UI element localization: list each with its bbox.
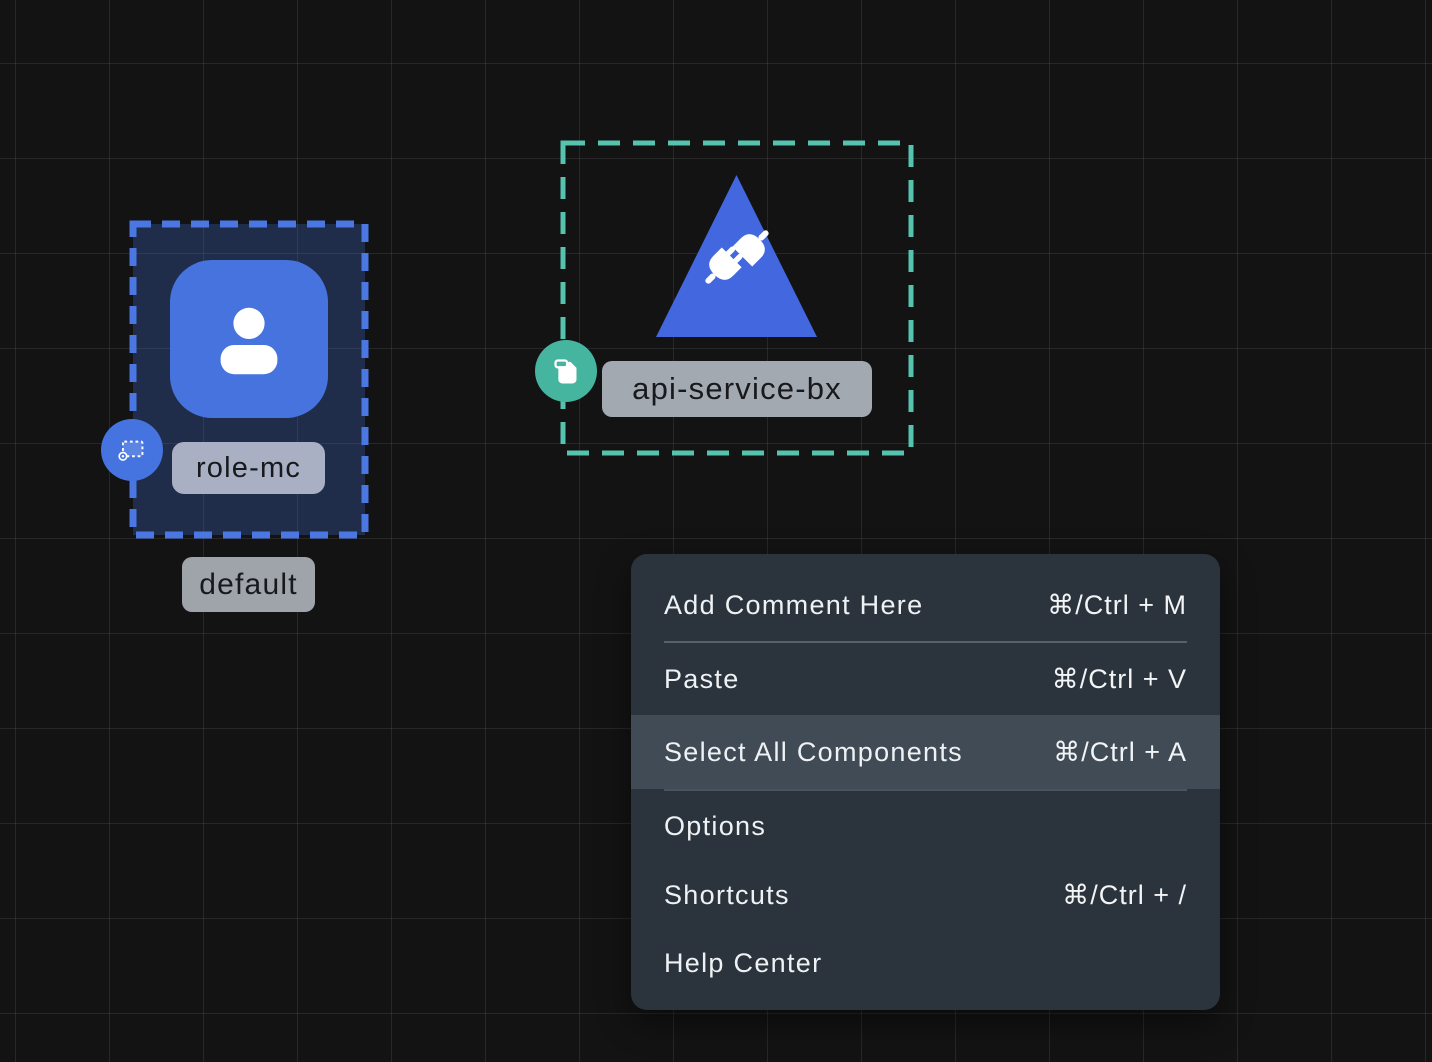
menu-item-label: Options <box>664 811 766 842</box>
menu-item-select-all-components[interactable]: Select All Components ⌘/Ctrl + A <box>631 715 1220 789</box>
menu-item-shortcut: ⌘/Ctrl + / <box>1062 880 1187 911</box>
menu-item-options[interactable]: Options <box>631 791 1220 861</box>
menu-item-help-center[interactable]: Help Center <box>631 929 1220 997</box>
default-group-label: default <box>182 557 315 612</box>
role-node-selection-badge[interactable] <box>101 419 163 481</box>
role-node-label[interactable]: role-mc <box>172 442 325 494</box>
role-node[interactable] <box>170 260 328 418</box>
menu-item-shortcuts[interactable]: Shortcuts ⌘/Ctrl + / <box>631 861 1220 929</box>
menu-item-label: Shortcuts <box>664 880 790 911</box>
diagram-canvas[interactable]: role-mc default <box>0 0 1432 1062</box>
default-group-label-text: default <box>199 568 297 602</box>
api-node-label[interactable]: api-service-bx <box>602 361 872 417</box>
menu-item-label: Select All Components <box>664 737 963 768</box>
menu-item-paste[interactable]: Paste ⌘/Ctrl + V <box>631 643 1220 715</box>
context-menu: Add Comment Here ⌘/Ctrl + M Paste ⌘/Ctrl… <box>631 554 1220 1010</box>
menu-item-label: Help Center <box>664 948 822 979</box>
menu-item-shortcut: ⌘/Ctrl + A <box>1053 737 1187 768</box>
menu-item-shortcut: ⌘/Ctrl + M <box>1047 590 1187 621</box>
menu-item-shortcut: ⌘/Ctrl + V <box>1052 664 1187 695</box>
marquee-selection-icon <box>115 434 149 466</box>
role-node-label-text: role-mc <box>196 452 301 485</box>
plug-icon <box>692 212 782 302</box>
menu-item-label: Paste <box>664 664 740 695</box>
menu-item-add-comment[interactable]: Add Comment Here ⌘/Ctrl + M <box>631 569 1220 641</box>
menu-item-label: Add Comment Here <box>664 590 923 621</box>
api-node-label-text: api-service-bx <box>632 371 842 407</box>
user-icon <box>201 291 297 387</box>
save-icon <box>549 354 583 388</box>
api-node-save-badge[interactable] <box>535 340 597 402</box>
